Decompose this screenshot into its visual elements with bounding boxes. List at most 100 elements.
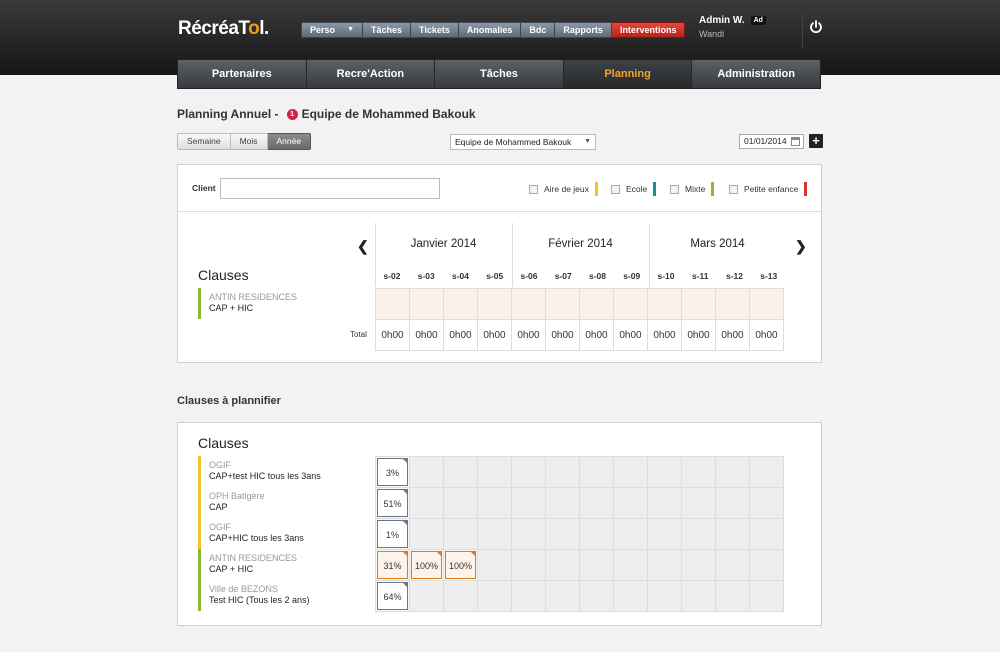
planning-cell[interactable]: [579, 580, 614, 612]
planning-cell[interactable]: [511, 487, 546, 519]
topnav-bdc[interactable]: Bdc: [521, 22, 556, 38]
mainnav-tab-1[interactable]: Partenaires: [178, 60, 307, 88]
planning-cell[interactable]: [511, 518, 546, 550]
planning-cell[interactable]: [613, 549, 648, 581]
percent-block[interactable]: 3%: [377, 458, 408, 486]
mainnav-tab-2[interactable]: Recre'Action: [307, 60, 436, 88]
planning-cell[interactable]: [545, 288, 580, 320]
mainnav-tab-4[interactable]: Planning: [563, 60, 693, 88]
view-option-2[interactable]: Mois: [230, 133, 268, 150]
planning-cell[interactable]: [409, 288, 444, 320]
app-logo[interactable]: RécréaTol.: [178, 18, 269, 40]
planning-cell[interactable]: [613, 487, 648, 519]
planning-cell[interactable]: [511, 456, 546, 488]
percent-block[interactable]: 1%: [377, 520, 408, 548]
legend-item[interactable]: Aire de jeux: [529, 182, 598, 196]
view-option-1[interactable]: Semaine: [177, 133, 231, 150]
planning-cell[interactable]: [477, 549, 512, 581]
planning-cell[interactable]: 51%: [375, 487, 410, 519]
clause-row-label[interactable]: OPH Batigère CAP: [198, 487, 376, 518]
legend-checkbox[interactable]: [611, 184, 620, 194]
planning-cell[interactable]: [613, 518, 648, 550]
planning-cell[interactable]: [477, 487, 512, 519]
planning-cell[interactable]: [409, 518, 444, 550]
planning-cell[interactable]: [443, 288, 478, 320]
legend-checkbox[interactable]: [529, 184, 538, 194]
planning-cell[interactable]: [579, 518, 614, 550]
topnav-tickets[interactable]: Tickets: [411, 22, 459, 38]
planning-cell[interactable]: 100%: [409, 549, 444, 581]
planning-cell[interactable]: [511, 580, 546, 612]
planning-cell[interactable]: [749, 487, 784, 519]
percent-block[interactable]: 100%: [445, 551, 476, 579]
planning-cell[interactable]: [749, 518, 784, 550]
clause-row-label[interactable]: ANTIN RESIDENCES CAP + HIC: [198, 288, 376, 319]
percent-block[interactable]: 31%: [377, 551, 408, 579]
planning-cell[interactable]: [443, 456, 478, 488]
planning-cell[interactable]: [647, 288, 682, 320]
planning-cell[interactable]: [613, 288, 648, 320]
legend-checkbox[interactable]: [729, 184, 738, 194]
planning-cell[interactable]: [681, 580, 716, 612]
planning-cell[interactable]: [545, 487, 580, 519]
planning-cell[interactable]: [579, 288, 614, 320]
percent-block[interactable]: 51%: [377, 489, 408, 517]
planning-cell[interactable]: [749, 288, 784, 320]
power-icon[interactable]: [808, 19, 824, 35]
planning-cell[interactable]: 31%: [375, 549, 410, 581]
planning-cell[interactable]: [579, 487, 614, 519]
mainnav-tab-3[interactable]: Tâches: [435, 60, 564, 88]
client-input[interactable]: [220, 178, 440, 199]
planning-cell[interactable]: 64%: [375, 580, 410, 612]
topnav-anomalies[interactable]: Anomalies: [458, 22, 522, 38]
planning-cell[interactable]: [647, 487, 682, 519]
planning-cell[interactable]: [545, 549, 580, 581]
planning-cell[interactable]: [613, 456, 648, 488]
planning-cell[interactable]: [511, 288, 546, 320]
planning-cell[interactable]: [579, 549, 614, 581]
planning-cell[interactable]: [647, 456, 682, 488]
legend-item[interactable]: Petite enfance: [729, 182, 808, 196]
planning-cell[interactable]: [749, 456, 784, 488]
planning-cell[interactable]: [647, 518, 682, 550]
mainnav-tab-5[interactable]: Administration: [692, 60, 820, 88]
user-name[interactable]: Admin W. Ad: [699, 15, 766, 26]
planning-cell[interactable]: [715, 549, 750, 581]
clause-row-label[interactable]: OGIF CAP+HIC tous les 3ans: [198, 518, 376, 549]
topnav-perso[interactable]: Perso ▼: [301, 22, 363, 38]
planning-cell[interactable]: [579, 456, 614, 488]
planning-cell[interactable]: [477, 456, 512, 488]
topnav-interventions[interactable]: Interventions: [611, 22, 686, 38]
view-option-3[interactable]: Année: [267, 133, 312, 150]
planning-cell[interactable]: [409, 580, 444, 612]
planning-cell[interactable]: [477, 518, 512, 550]
planning-cell[interactable]: [545, 580, 580, 612]
date-input[interactable]: 01/01/2014: [739, 134, 804, 149]
percent-block[interactable]: 100%: [411, 551, 442, 579]
planning-cell[interactable]: 1%: [375, 518, 410, 550]
planning-cell[interactable]: [613, 580, 648, 612]
planning-cell[interactable]: [375, 288, 410, 320]
planning-cell[interactable]: 100%: [443, 549, 478, 581]
planning-cell[interactable]: [477, 580, 512, 612]
clause-row-label[interactable]: OGIF CAP+test HIC tous les 3ans: [198, 456, 376, 487]
planning-cell[interactable]: 3%: [375, 456, 410, 488]
planning-cell[interactable]: [477, 288, 512, 320]
next-period-icon[interactable]: ❯: [795, 238, 807, 255]
planning-cell[interactable]: [511, 549, 546, 581]
percent-block[interactable]: 64%: [377, 582, 408, 610]
planning-cell[interactable]: [443, 518, 478, 550]
planning-cell[interactable]: [681, 456, 716, 488]
planning-cell[interactable]: [715, 518, 750, 550]
planning-cell[interactable]: [681, 518, 716, 550]
planning-cell[interactable]: [749, 580, 784, 612]
add-button[interactable]: +: [809, 134, 823, 148]
planning-cell[interactable]: [681, 549, 716, 581]
planning-cell[interactable]: [749, 549, 784, 581]
legend-item[interactable]: Ecole: [611, 182, 657, 196]
topnav-rapports[interactable]: Rapports: [555, 22, 612, 38]
planning-cell[interactable]: [647, 549, 682, 581]
planning-cell[interactable]: [681, 288, 716, 320]
planning-cell[interactable]: [715, 580, 750, 612]
topnav-taches[interactable]: Tâches: [363, 22, 412, 38]
